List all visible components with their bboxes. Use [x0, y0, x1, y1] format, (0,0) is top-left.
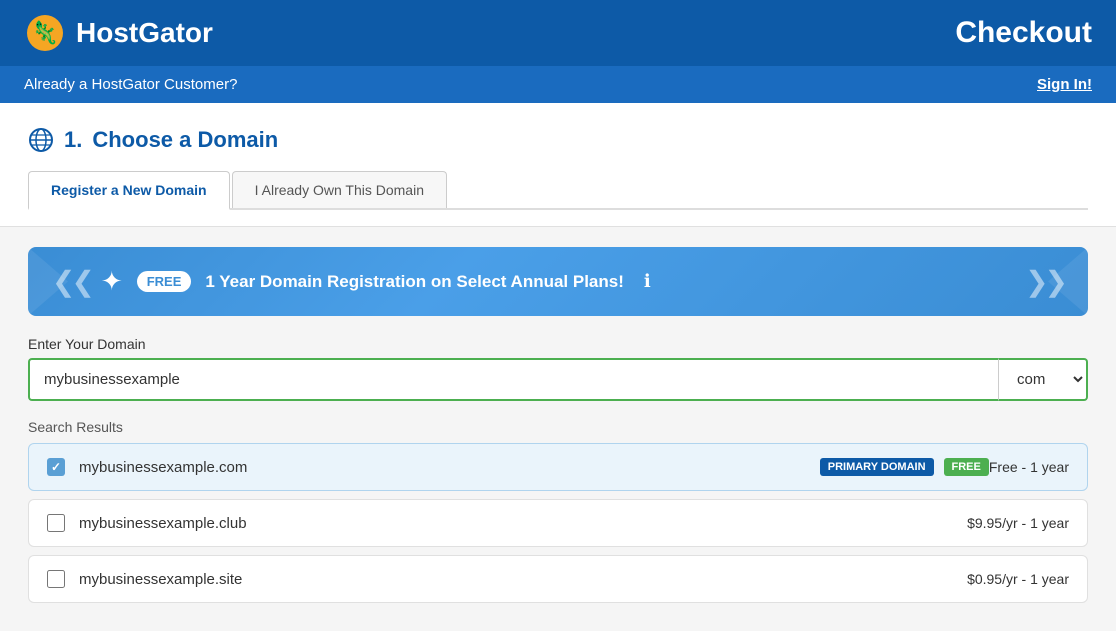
promo-banner: ❮❮ ✦ FREE 1 Year Domain Registration on …	[28, 247, 1088, 316]
free-domain-badge: FREE	[944, 458, 989, 476]
tab-register-new-domain[interactable]: Register a New Domain	[28, 171, 230, 210]
checked-checkbox-icon[interactable]	[47, 458, 65, 476]
promo-text: 1 Year Domain Registration on Select Ann…	[205, 272, 624, 292]
domain-checkbox[interactable]	[47, 514, 65, 532]
tld-select[interactable]: com net org info biz	[998, 358, 1088, 401]
domain-input-label: Enter Your Domain	[28, 336, 1088, 352]
promo-arrows-left-icon: ❮❮	[52, 265, 91, 298]
header-sub: Already a HostGator Customer? Sign In!	[0, 66, 1116, 103]
logo-text: HostGator	[76, 17, 213, 49]
header-top: 🦎 HostGator Checkout	[0, 0, 1116, 66]
table-row: mybusinessexample.com PRIMARY DOMAIN FRE…	[28, 443, 1088, 491]
search-results-label: Search Results	[28, 419, 1088, 435]
table-row: mybusinessexample.site $0.95/yr - 1 year	[28, 555, 1088, 603]
result-price: $9.95/yr - 1 year	[967, 515, 1069, 531]
section-number: 1.	[64, 127, 82, 153]
domain-checkbox[interactable]	[47, 570, 65, 588]
globe-icon	[28, 127, 54, 153]
promo-arrows-right-icon: ❯❯	[1025, 265, 1064, 298]
result-price: $0.95/yr - 1 year	[967, 571, 1069, 587]
result-domain-name: mybusinessexample.site	[79, 571, 967, 588]
section-title: 1. Choose a Domain	[28, 127, 1088, 153]
domain-body: ❮❮ ✦ FREE 1 Year Domain Registration on …	[0, 227, 1116, 631]
sparkle-icon: ✦	[101, 266, 123, 297]
tabs-container: Register a New Domain I Already Own This…	[28, 171, 1088, 210]
logo-area: 🦎 HostGator	[24, 12, 213, 54]
primary-domain-badge: PRIMARY DOMAIN	[820, 458, 934, 476]
result-domain-name: mybusinessexample.club	[79, 515, 967, 532]
tab-already-own-domain[interactable]: I Already Own This Domain	[232, 171, 447, 208]
sign-in-link[interactable]: Sign In!	[1037, 76, 1092, 93]
hostgator-logo-icon: 🦎	[24, 12, 66, 54]
main-content: 1. Choose a Domain Register a New Domain…	[0, 103, 1116, 227]
result-price: Free - 1 year	[989, 459, 1069, 475]
svg-text:🦎: 🦎	[31, 20, 58, 45]
domain-input-row: com net org info biz	[28, 358, 1088, 401]
checkout-label: Checkout	[955, 16, 1092, 50]
customer-prompt: Already a HostGator Customer?	[24, 76, 237, 93]
section-heading: Choose a Domain	[92, 127, 278, 153]
table-row: mybusinessexample.club $9.95/yr - 1 year	[28, 499, 1088, 547]
info-icon[interactable]: ℹ	[644, 271, 651, 292]
result-domain-name: mybusinessexample.com	[79, 459, 810, 476]
free-badge: FREE	[137, 271, 192, 292]
domain-input[interactable]	[28, 358, 998, 401]
